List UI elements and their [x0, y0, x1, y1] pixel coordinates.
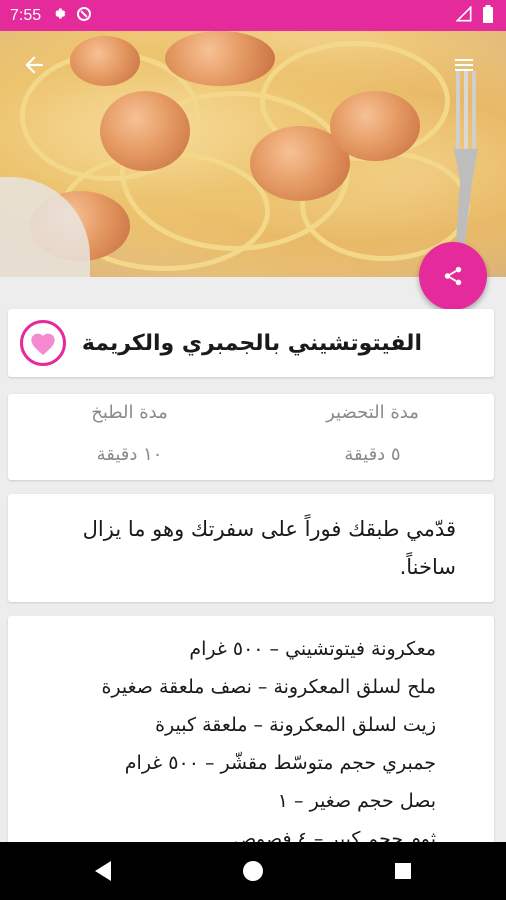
- description-card: قدّمي طبقك فوراً على سفرتك وهو ما يزال س…: [8, 494, 494, 602]
- heart-icon: [31, 333, 55, 356]
- do-not-disturb-icon: [76, 6, 92, 26]
- recents-square-icon: [395, 863, 411, 879]
- cook-time-label: مدة الطبخ: [91, 402, 168, 423]
- prep-time-value: ٥ دقيقة: [344, 444, 401, 465]
- cook-time: مدة الطبخ ١٠ دقيقة: [8, 394, 251, 480]
- arrow-back-icon: [25, 56, 43, 74]
- recipe-hero-image: [0, 31, 506, 277]
- nav-recents-button[interactable]: [328, 862, 478, 880]
- status-bar: 7:55: [0, 0, 506, 31]
- ingredient-item: زيت لسلق المعكرونة – ملعقة كبيرة: [155, 714, 436, 736]
- favorite-button[interactable]: [20, 320, 66, 366]
- status-time: 7:55: [10, 6, 42, 24]
- prep-time-label: مدة التحضير: [326, 402, 419, 423]
- system-nav-bar: [0, 842, 506, 900]
- home-circle-icon: [243, 861, 263, 881]
- hamburger-menu-icon: [455, 59, 473, 71]
- ingredient-item: معكرونة فيتوتشيني – ٥٠٠ غرام: [189, 638, 436, 660]
- back-triangle-icon: [95, 861, 111, 881]
- share-button[interactable]: [419, 242, 487, 310]
- fork-icon: [454, 71, 478, 271]
- ingredients-list: معكرونة فيتوتشيني – ٥٠٠ غرام ملح لسلق ال…: [22, 630, 436, 856]
- ingredient-item: ملح لسلق المعكرونة – نصف ملعقة صغيرة: [101, 676, 436, 698]
- recipe-title: الفيتوتشيني بالجمبري والكريمة: [81, 330, 422, 356]
- ingredient-item: بصل حجم صغير – ١: [277, 790, 436, 812]
- share-icon: [444, 266, 462, 286]
- ingredients-card: معكرونة فيتوتشيني – ٥٠٠ غرام ملح لسلق ال…: [8, 616, 494, 856]
- back-button[interactable]: [14, 47, 54, 83]
- nav-home-button[interactable]: [178, 860, 328, 882]
- time-card: مدة التحضير ٥ دقيقة مدة الطبخ ١٠ دقيقة: [8, 394, 494, 480]
- ingredient-item: جمبري حجم متوسّط مقشّر – ٥٠٠ غرام: [124, 752, 436, 774]
- gear-icon: [51, 6, 66, 25]
- battery-icon: [482, 4, 494, 27]
- recipe-title-card: الفيتوتشيني بالجمبري والكريمة: [8, 309, 494, 377]
- prep-time: مدة التحضير ٥ دقيقة: [251, 394, 494, 480]
- recipe-description: قدّمي طبقك فوراً على سفرتك وهو ما يزال س…: [82, 517, 456, 579]
- menu-button[interactable]: [444, 47, 484, 83]
- cook-time-value: ١٠ دقيقة: [96, 444, 163, 465]
- nav-back-button[interactable]: [28, 860, 178, 882]
- signal-icon: [455, 4, 472, 26]
